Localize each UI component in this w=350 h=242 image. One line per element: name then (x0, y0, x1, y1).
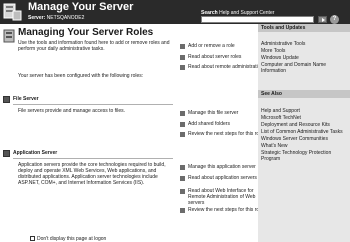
tools-updates-list: Administrative Tools More Tools Windows … (261, 41, 347, 75)
action-label: Read about server roles (188, 54, 242, 60)
sidebar-link-deployment-kits[interactable]: Deployment and Resource Kits (261, 122, 347, 128)
dont-show-option[interactable]: Don't display this page at logon (30, 236, 106, 242)
application-server-icon (3, 150, 10, 157)
file-server-description: File servers provide and manage access t… (18, 108, 125, 114)
sidebar-link-windows-update[interactable]: Windows Update (261, 55, 347, 61)
tools-updates-heading: Tools and Updates (258, 24, 350, 32)
add-icon (180, 122, 185, 127)
divider (13, 104, 173, 105)
configured-roles-text: Your server has been configured with the… (18, 73, 144, 79)
file-server-section: File Server File servers provide and man… (0, 96, 263, 156)
action-label: Read about application servers (188, 175, 257, 181)
sidebar-link-computer-domain-name[interactable]: Computer and Domain Name Information (261, 62, 347, 74)
intro-text: Use the tools and information found here… (18, 40, 170, 52)
manage-icon (180, 165, 185, 170)
file-server-title: File Server (13, 96, 39, 102)
server-logo-icon (3, 3, 22, 21)
info-icon (180, 65, 185, 70)
action-label: Add or remove a role (188, 43, 235, 49)
info-icon (180, 176, 185, 181)
main-content: Managing Your Server Roles Use the tools… (0, 24, 263, 242)
divider (13, 158, 173, 159)
sidebar-link-whats-new[interactable]: What's New (261, 143, 347, 149)
action-label: Manage this application server (188, 164, 256, 170)
application-server-title: Application Server (13, 150, 58, 156)
action-label: Read about remote administration (188, 64, 264, 70)
sidebar-link-common-tasks[interactable]: List of Common Administrative Tasks (261, 129, 347, 135)
file-server-icon (3, 96, 10, 103)
right-sidebar: Tools and Updates Administrative Tools M… (258, 24, 350, 242)
action-label: Review the next steps for this role (188, 207, 264, 213)
dont-show-label: Don't display this page at logon (37, 236, 107, 242)
action-label: Read about Web Interface for Remote Admi… (188, 188, 256, 206)
server-info: Server: NETSQANODE2 (28, 15, 84, 21)
server-name: NETSQANODE2 (46, 15, 85, 21)
app-title: Manage Your Server (28, 1, 134, 13)
action-label: Review the next steps for this role (188, 131, 264, 137)
sidebar-link-communities[interactable]: Windows Server Communities (261, 136, 347, 142)
server-roles-icon (3, 29, 15, 43)
page-title: Managing Your Server Roles (18, 27, 154, 38)
manage-icon (180, 111, 185, 116)
see-also-list: Help and Support Microsoft TechNet Deplo… (261, 108, 347, 163)
application-server-section: Application Server Application servers p… (0, 150, 263, 240)
dont-show-checkbox[interactable] (30, 236, 35, 242)
sidebar-link-technet[interactable]: Microsoft TechNet (261, 115, 347, 121)
sidebar-link-help-support[interactable]: Help and Support (261, 108, 347, 114)
sidebar-link-more-tools[interactable]: More Tools (261, 48, 347, 54)
search-go-button[interactable] (318, 16, 327, 23)
review-icon (180, 208, 185, 213)
sidebar-link-administrative-tools[interactable]: Administrative Tools (261, 41, 347, 47)
review-icon (180, 132, 185, 137)
action-label: Add shared folders (188, 121, 230, 127)
search-input[interactable] (201, 16, 314, 23)
server-label: Server: (28, 15, 46, 21)
info-icon (180, 55, 185, 60)
application-server-description: Application servers provide the core tec… (18, 162, 166, 186)
add-icon (180, 44, 185, 49)
see-also-heading: See Also (258, 90, 350, 98)
help-icon[interactable]: ? (330, 15, 339, 24)
sidebar-link-stpp[interactable]: Strategic Technology Protection Program (261, 150, 347, 162)
info-icon (180, 189, 185, 194)
action-label: Manage this file server (188, 110, 239, 116)
header-bar: Manage Your Server Server: NETSQANODE2 S… (0, 0, 350, 24)
